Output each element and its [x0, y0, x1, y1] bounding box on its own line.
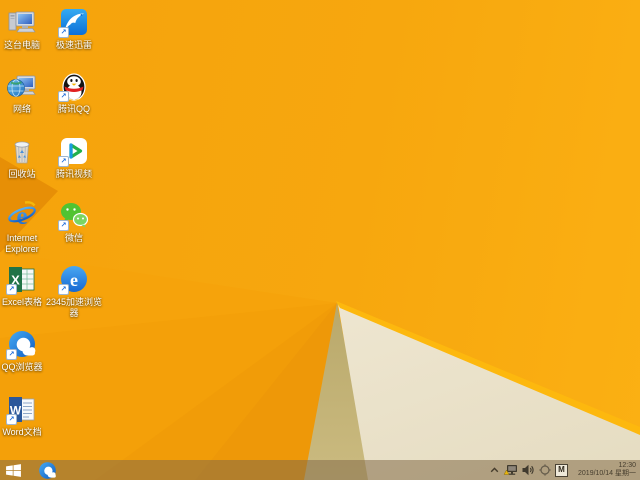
excel-icon: X ↗: [6, 263, 38, 295]
taskbar-qq-browser-button[interactable]: [38, 461, 57, 480]
shortcut-arrow-icon: ↗: [58, 284, 69, 295]
desktop-screen: 这台电脑 网络 回收站 e Internet Explorer X ↗ Exce…: [0, 0, 640, 480]
desktop-icon-label: 腾讯视频: [55, 169, 92, 179]
desktop-icon-2345-browser[interactable]: e ↗ 2345加速浏览器: [42, 263, 106, 319]
qq-browser-icon: [39, 462, 56, 479]
2345-browser-icon: e ↗: [58, 263, 90, 295]
taskbar: M 12:30 2019/10/14 星期一: [0, 460, 640, 480]
desktop-icon-label: QQ浏览器: [1, 362, 43, 372]
svg-text:e: e: [16, 203, 27, 230]
shortcut-arrow-icon: ↗: [58, 91, 69, 102]
network-icon: [6, 70, 38, 102]
desktop-icon-label: 微信: [64, 233, 83, 243]
shortcut-arrow-icon: ↗: [58, 27, 69, 38]
desktop-icon-label: Word文档: [2, 427, 42, 437]
desktop-icon-xunlei-speed[interactable]: ↗ 极速迅雷: [42, 6, 106, 51]
desktop-icon-label: 腾讯QQ: [57, 104, 90, 114]
taskbar-clock[interactable]: 12:30 2019/10/14 星期一: [572, 462, 638, 478]
word-icon: W ↗: [6, 393, 38, 425]
qq-penguin-icon: ↗: [58, 70, 90, 102]
shortcut-arrow-icon: ↗: [58, 156, 69, 167]
qq-browser-icon: ↗: [6, 328, 38, 360]
recycle-bin-icon: [6, 135, 38, 167]
svg-text:e: e: [70, 270, 78, 290]
shortcut-arrow-icon: ↗: [58, 220, 69, 231]
wechat-icon: ↗: [58, 199, 90, 231]
desktop-icon-label: 极速迅雷: [55, 40, 92, 50]
hidden-icons-chevron-icon[interactable]: [490, 467, 499, 473]
clock-time: 12:30: [618, 462, 636, 469]
desktop-icon-word[interactable]: W ↗ Word文档: [0, 393, 54, 438]
shortcut-arrow-icon: ↗: [6, 414, 17, 425]
tencent-video-icon: ↗: [58, 135, 90, 167]
desktop-icon-qq-browser[interactable]: ↗ QQ浏览器: [0, 328, 54, 373]
ime-indicator[interactable]: M: [555, 463, 568, 477]
volume-icon[interactable]: [522, 464, 535, 476]
desktop-icon-label: 2345加速浏览器: [45, 297, 103, 318]
internet-explorer-icon: e: [6, 199, 38, 231]
clock-date: 2019/10/14 星期一: [578, 470, 636, 477]
windows-logo-icon: [6, 464, 21, 477]
network-warning-icon[interactable]: [503, 464, 518, 477]
shortcut-arrow-icon: ↗: [6, 284, 17, 295]
system-tray: M 12:30 2019/10/14 星期一: [490, 460, 638, 480]
action-target-icon[interactable]: [539, 464, 551, 476]
shortcut-arrow-icon: ↗: [6, 349, 17, 360]
this-pc-icon: [6, 6, 38, 38]
start-button[interactable]: [6, 464, 21, 477]
desktop-icon-tencent-qq[interactable]: ↗ 腾讯QQ: [42, 70, 106, 115]
desktop-icon-tencent-video[interactable]: ↗ 腾讯视频: [42, 135, 106, 180]
xunlei-icon: ↗: [58, 6, 90, 38]
desktop-icon-wechat[interactable]: ↗ 微信: [42, 199, 106, 244]
